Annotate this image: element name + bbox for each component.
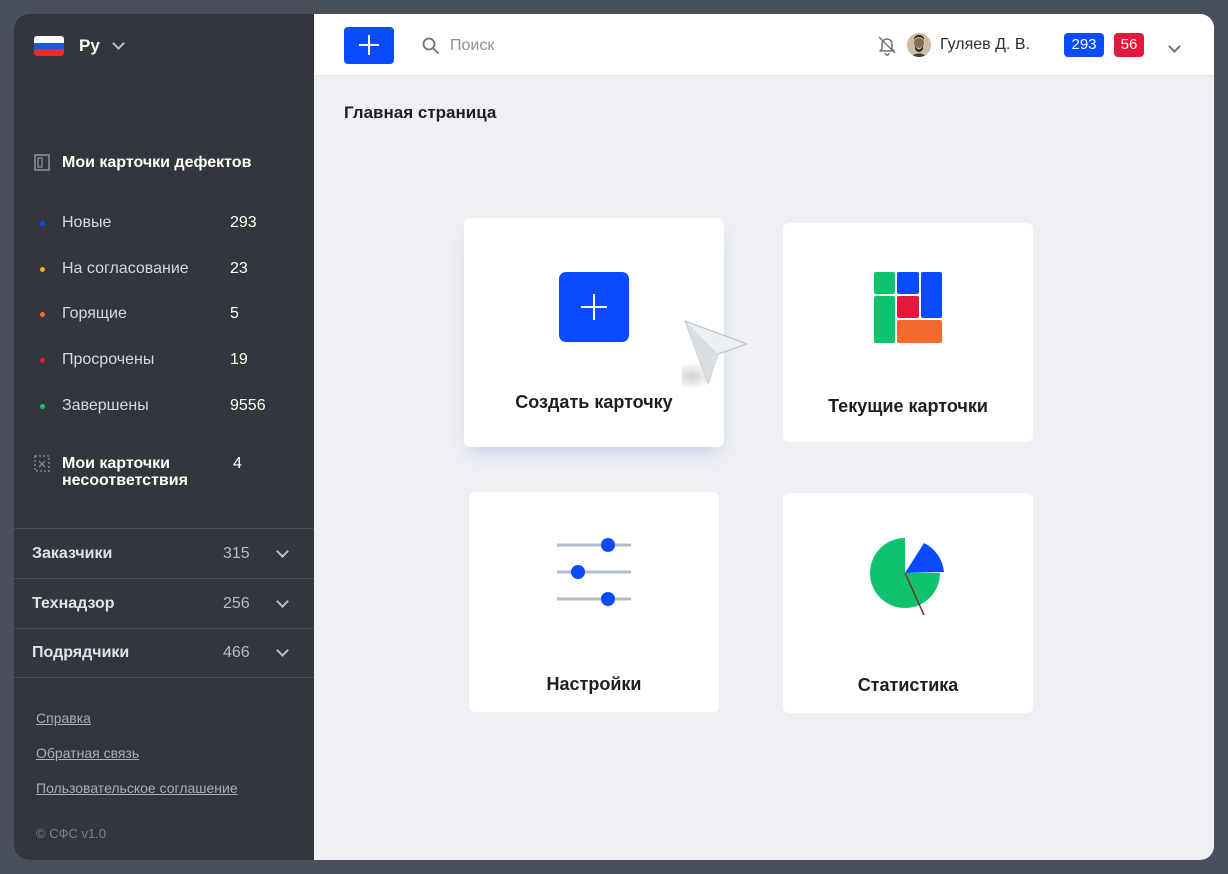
- sidebar: Ру Мои карточки дефектов Новые 293 На со…: [14, 14, 314, 860]
- tile-label: Текущие карточки: [828, 396, 988, 416]
- alert-count-badge[interactable]: 56: [1114, 33, 1144, 57]
- tile-label: Настройки: [546, 674, 642, 694]
- top-bar: Гуляев Д. В. 293 56: [314, 14, 1214, 76]
- nonconformity-label: Мои карточки несоответствия: [62, 455, 188, 489]
- chevron-down-icon: [276, 644, 289, 657]
- current-cards-tile[interactable]: Текущие карточки: [783, 223, 1033, 442]
- settings-tile[interactable]: Настройки: [469, 492, 719, 712]
- document-icon: [34, 154, 50, 171]
- status-dot: [40, 403, 45, 409]
- sidebar-item-nonconformity[interactable]: Мои карточки несоответствия: [34, 455, 188, 489]
- user-menu-toggle[interactable]: [1168, 38, 1181, 56]
- cursor-pointer-icon: [682, 320, 748, 388]
- user-photo-icon: [907, 33, 931, 57]
- chevron-down-icon: [111, 37, 125, 50]
- language-switcher[interactable]: Ру: [34, 34, 125, 58]
- avatar[interactable]: [907, 33, 931, 57]
- help-link[interactable]: Справка: [36, 710, 91, 726]
- copyright: © СФС v1.0: [36, 826, 107, 841]
- status-dot: [40, 311, 45, 317]
- tile-label: Создать карточку: [515, 392, 673, 412]
- statistics-tile[interactable]: Статистика: [783, 493, 1033, 713]
- status-dot: [40, 220, 45, 226]
- bell-off-icon[interactable]: [876, 34, 898, 56]
- group-customers[interactable]: Заказчики 315: [14, 528, 314, 578]
- chevron-down-icon: [1168, 40, 1181, 53]
- status-dot: [40, 266, 45, 272]
- status-dot: [40, 357, 45, 363]
- page-title: Главная страница: [344, 103, 497, 122]
- sidebar-item-overdue[interactable]: Просрочены 19: [40, 350, 280, 370]
- pie-chart-icon: [870, 538, 944, 615]
- sidebar-item-completed[interactable]: Завершены 9556: [40, 396, 280, 416]
- my-defects-title[interactable]: Мои карточки дефектов: [34, 154, 251, 171]
- group-supervision[interactable]: Технадзор 256: [14, 578, 314, 628]
- language-label: Ру: [79, 36, 100, 55]
- dashed-document-icon: [34, 455, 50, 472]
- app-window: Ру Мои карточки дефектов Новые 293 На со…: [14, 14, 1214, 860]
- sidebar-item-approval[interactable]: На согласование 23: [40, 259, 280, 279]
- sidebar-item-burning[interactable]: Горящие 5: [40, 304, 280, 324]
- nonconformity-count: 4: [233, 455, 242, 472]
- chevron-down-icon: [276, 544, 289, 558]
- sidebar-item-new[interactable]: Новые 293: [40, 213, 280, 233]
- plus-icon: [559, 272, 629, 342]
- new-count-badge[interactable]: 293: [1064, 33, 1104, 57]
- tile-label: Статистика: [857, 675, 959, 695]
- user-agreement-link[interactable]: Пользовательское соглашение: [36, 780, 238, 796]
- chevron-down-icon: [276, 594, 289, 608]
- feedback-link[interactable]: Обратная связь: [36, 745, 139, 761]
- sliders-icon: [557, 538, 631, 606]
- russia-flag-icon: [34, 36, 64, 56]
- search-input[interactable]: [450, 32, 650, 60]
- add-button[interactable]: [344, 27, 394, 64]
- user-name[interactable]: Гуляев Д. В.: [940, 36, 1030, 54]
- treemap-icon: [874, 272, 942, 343]
- search-icon: [422, 37, 439, 54]
- group-contractors[interactable]: Подрядчики 466: [14, 628, 314, 678]
